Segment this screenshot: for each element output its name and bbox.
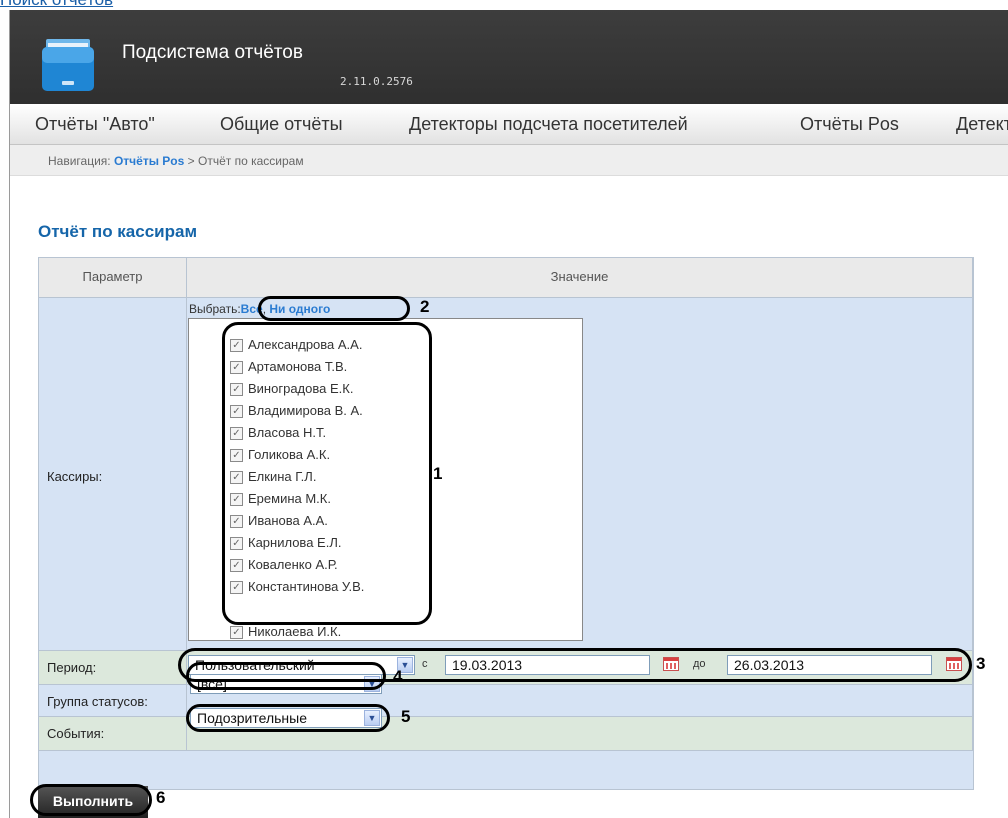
menu-bar: Отчёты "Авто" Общие отчёты Детекторы под… [10, 104, 1008, 145]
status-group-label-cell: Группа статусов: [39, 685, 187, 717]
annotation-outline-events [186, 704, 390, 732]
top-link[interactable]: Поиск отчётов [0, 0, 165, 10]
annotation-outline-select-links [258, 296, 410, 321]
menu-item-pos-reports[interactable]: Отчёты Pos [800, 114, 899, 135]
breadcrumb-prefix: Навигация: [48, 154, 111, 168]
menu-item-detectors[interactable]: Детекторы [956, 114, 1008, 135]
breadcrumb: Навигация: Отчёты Pos > Отчёт по кассира… [10, 145, 1008, 176]
cashiers-label: Кассиры: [47, 469, 103, 484]
events-label: События: [47, 726, 105, 741]
cashiers-label-cell: Кассиры: [39, 298, 187, 651]
annotation-number: 4 [393, 667, 403, 686]
app-version: 2.11.0.2576 [340, 75, 413, 88]
breadcrumb-separator: > [187, 154, 195, 168]
menu-item-general-reports[interactable]: Общие отчёты [220, 114, 343, 135]
period-label: Период: [47, 660, 97, 675]
column-header-value: Значение [187, 258, 973, 298]
events-label-cell: События: [39, 717, 187, 751]
breadcrumb-current: Отчёт по кассирам [198, 154, 304, 168]
annotation-outline-cashier-list [222, 322, 432, 625]
menu-item-visitor-detectors[interactable]: Детекторы подсчета посетителей [409, 114, 688, 135]
app-title: Подсистема отчётов [122, 42, 303, 63]
checkbox-checked-icon[interactable]: ✓ [230, 626, 243, 639]
page-title: Отчёт по кассирам [38, 222, 198, 241]
select-prefix: Выбрать: [189, 302, 241, 316]
folder-logo-icon [42, 39, 94, 91]
menu-item-auto-reports[interactable]: Отчёты "Авто" [35, 114, 155, 135]
annotation-number: 1 [433, 464, 443, 483]
breadcrumb-link-pos-reports[interactable]: Отчёты Pos [114, 154, 184, 168]
annotation-number: 2 [420, 297, 430, 316]
status-group-label: Группа статусов: [47, 694, 148, 709]
column-header-parameter: Параметр [39, 258, 187, 298]
annotation-outline-status-group [186, 662, 386, 690]
annotation-number: 6 [156, 788, 166, 807]
period-label-cell: Период: [39, 651, 187, 685]
annotation-outline-run-button [30, 784, 152, 816]
annotation-number: 5 [401, 707, 411, 726]
annotation-number: 3 [976, 654, 986, 673]
